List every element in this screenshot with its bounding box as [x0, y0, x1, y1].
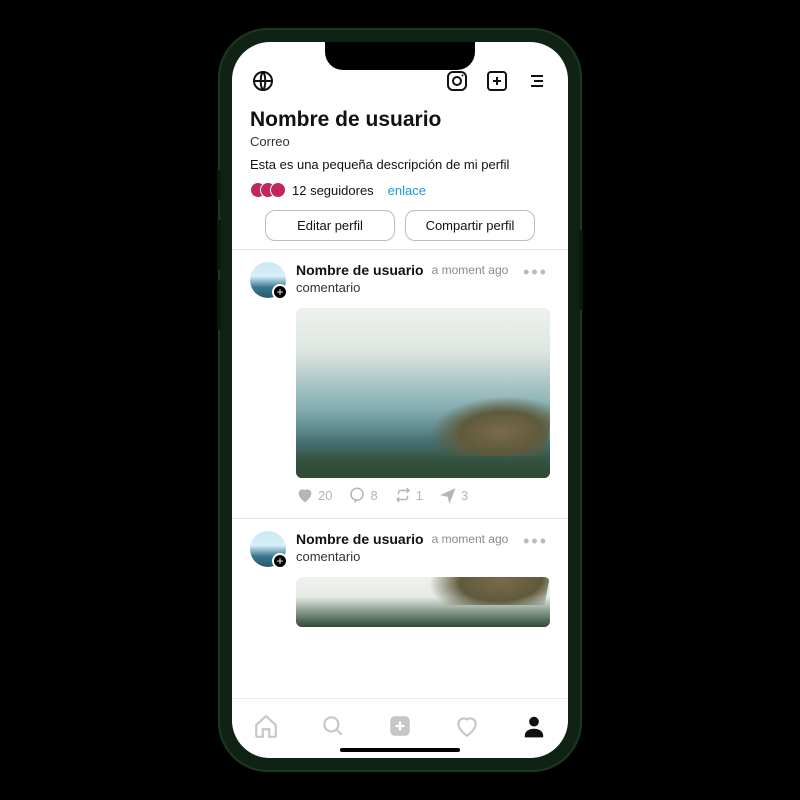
nav-home[interactable]	[251, 711, 281, 741]
nav-profile[interactable]	[519, 711, 549, 741]
side-button	[217, 220, 221, 270]
followers-count: 12 seguidores	[292, 183, 374, 198]
post-time: a moment ago	[432, 532, 509, 546]
add-story-icon[interactable]: +	[272, 553, 288, 569]
profile-username: Nombre de usuario	[250, 108, 550, 132]
post-avatar[interactable]: +	[250, 262, 286, 298]
share-profile-button[interactable]: Compartir perfil	[405, 210, 535, 241]
followers-row[interactable]: 12 seguidores enlace	[250, 182, 550, 198]
reply-count: 8	[370, 488, 377, 503]
share-button[interactable]: 3	[439, 486, 468, 504]
profile-link[interactable]: enlace	[388, 183, 426, 198]
like-count: 20	[318, 488, 332, 503]
post-more-icon[interactable]: •••	[521, 531, 550, 552]
side-button	[217, 280, 221, 330]
edit-profile-button[interactable]: Editar perfil	[265, 210, 395, 241]
camera-icon[interactable]	[444, 68, 470, 94]
profile-header: Nombre de usuario Correo Esta es una peq…	[250, 108, 550, 241]
post-more-icon[interactable]: •••	[521, 262, 550, 283]
profile-bio: Esta es una pequeña descripción de mi pe…	[250, 157, 550, 172]
share-count: 3	[461, 488, 468, 503]
repost-button[interactable]: 1	[394, 486, 423, 504]
post-avatar[interactable]: +	[250, 531, 286, 567]
post-username[interactable]: Nombre de usuario	[296, 531, 424, 547]
post-image[interactable]	[296, 577, 550, 627]
add-story-icon[interactable]: +	[272, 284, 288, 300]
add-box-icon[interactable]	[484, 68, 510, 94]
post-actions: 20 8 1 3	[296, 486, 550, 512]
divider	[232, 249, 568, 250]
post-time: a moment ago	[432, 263, 509, 277]
home-indicator	[340, 748, 460, 752]
screen: Nombre de usuario Correo Esta es una peq…	[232, 42, 568, 758]
like-button[interactable]: 20	[296, 486, 332, 504]
reply-button[interactable]: 8	[348, 486, 377, 504]
menu-icon[interactable]	[524, 68, 550, 94]
side-button	[579, 230, 583, 310]
post: + Nombre de usuario a moment ago comenta…	[250, 525, 550, 627]
nav-search[interactable]	[318, 711, 348, 741]
notch	[325, 42, 475, 70]
follower-avatars	[250, 182, 286, 198]
post: + Nombre de usuario a moment ago comenta…	[250, 256, 550, 512]
post-comment: comentario	[296, 549, 511, 564]
repost-count: 1	[416, 488, 423, 503]
nav-create[interactable]	[385, 711, 415, 741]
content-scroll[interactable]: Nombre de usuario Correo Esta es una peq…	[232, 98, 568, 758]
nav-likes[interactable]	[452, 711, 482, 741]
post-image[interactable]	[296, 308, 550, 478]
divider	[232, 518, 568, 519]
profile-email: Correo	[250, 134, 550, 149]
post-comment: comentario	[296, 280, 511, 295]
post-username[interactable]: Nombre de usuario	[296, 262, 424, 278]
globe-icon[interactable]	[250, 68, 276, 94]
phone-frame: Nombre de usuario Correo Esta es una peq…	[220, 30, 580, 770]
side-button	[217, 170, 221, 200]
